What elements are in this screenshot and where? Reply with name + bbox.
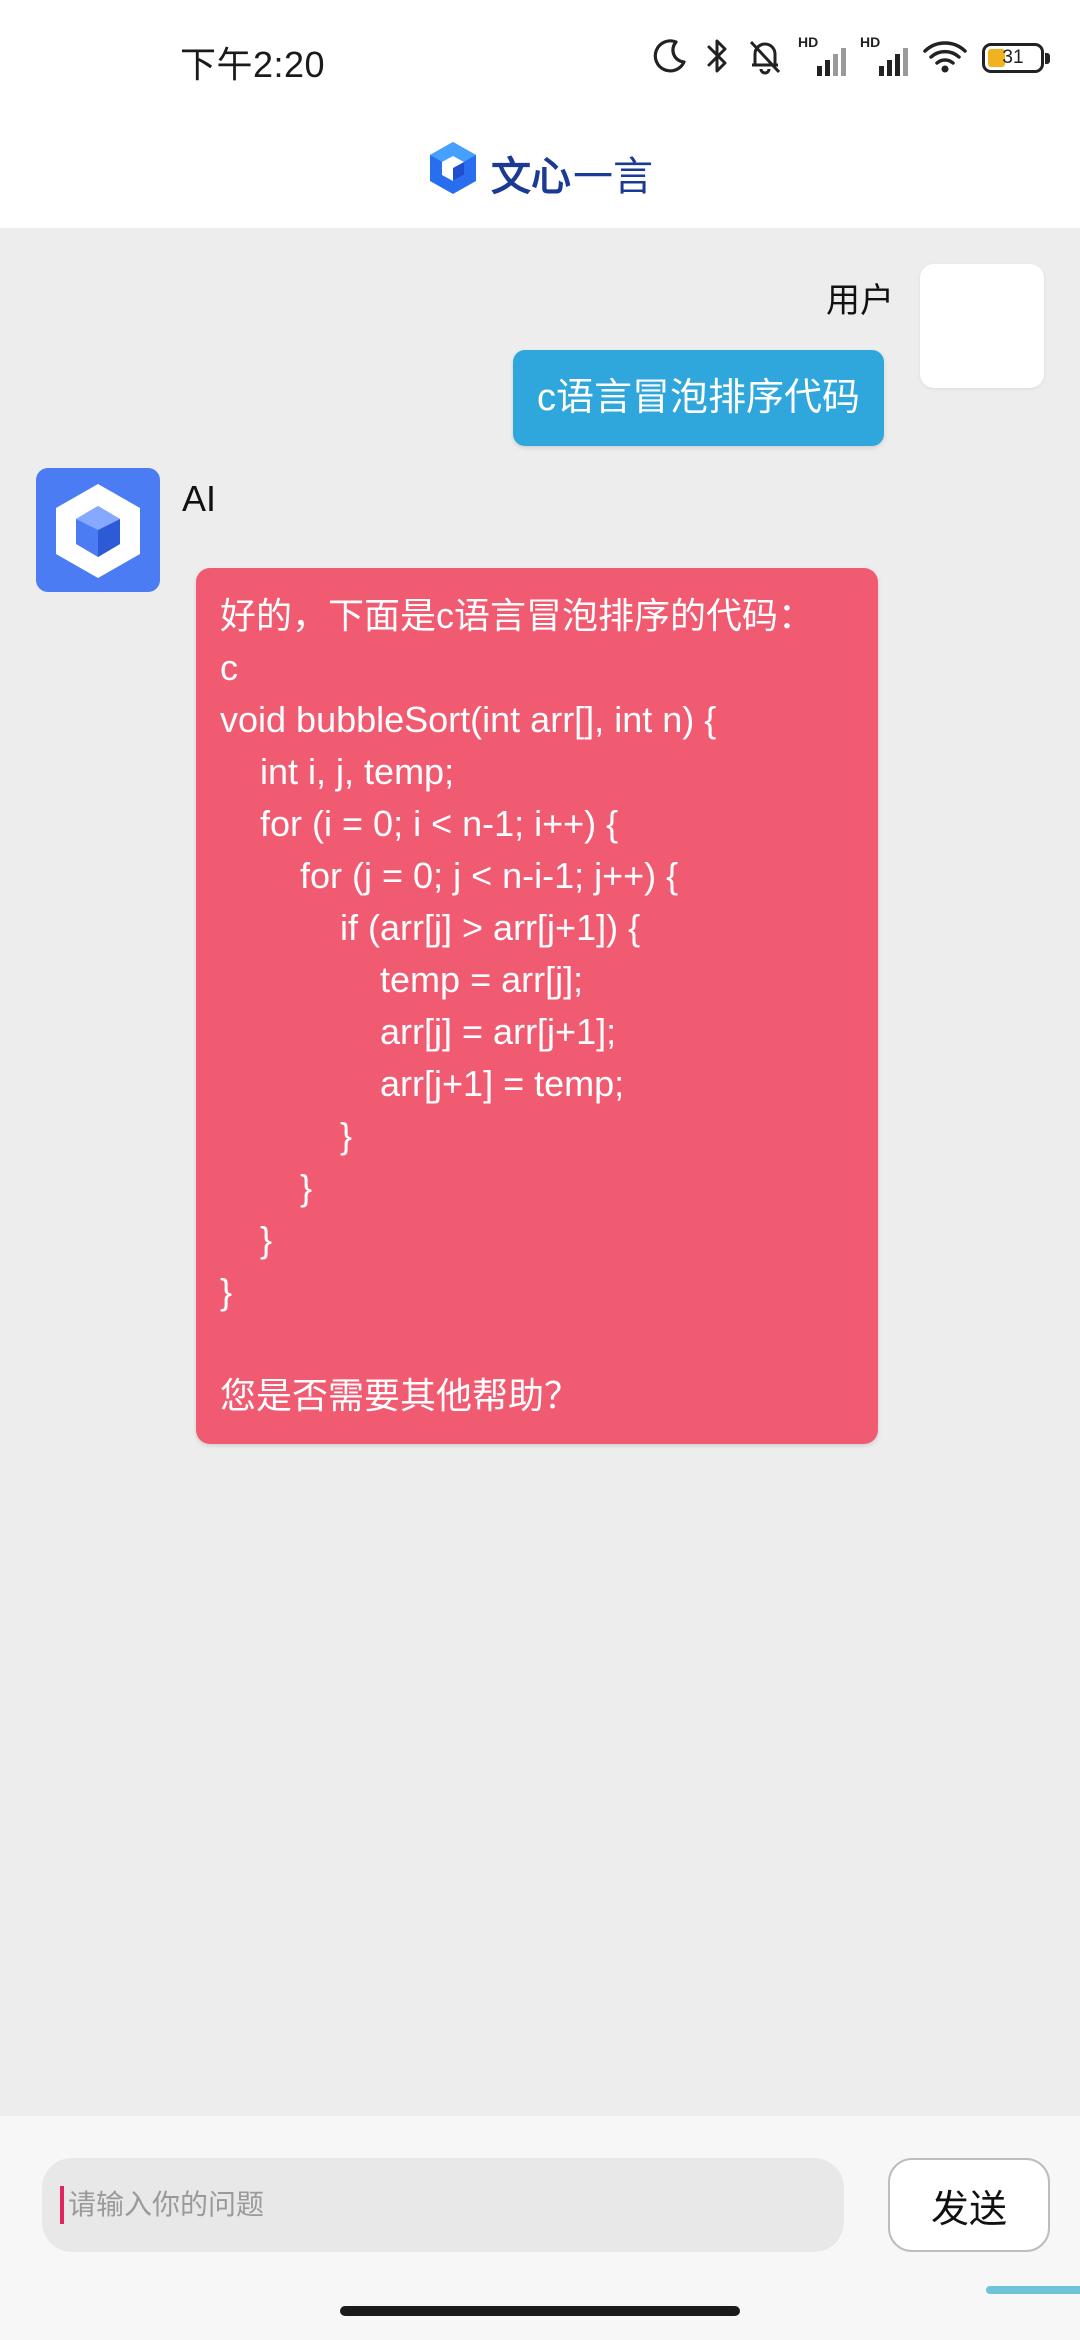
signal-icon: HD [798,34,846,78]
wifi-icon [922,36,968,81]
home-indicator[interactable] [340,2306,740,2316]
user-message-bubble: c语言冒泡排序代码 [512,350,884,446]
moon-icon [650,36,690,81]
wenxin-logo-icon [427,140,479,206]
ai-avatar [36,468,160,592]
question-input-placeholder: 请输入你的问题 [68,2189,265,2220]
brand-name-part2: 一言 [573,155,653,199]
brand-name-part1: 文心 [491,155,571,199]
edge-handle [986,2286,1080,2294]
send-button[interactable]: 发送 [888,2158,1050,2252]
battery-icon: 31 [982,43,1050,73]
chat-area[interactable]: 用户 c语言冒泡排序代码 AI 好的，下面是c语言冒泡排序的代码： c void… [0,228,1080,2116]
ai-message-bubble: 好的，下面是c语言冒泡排序的代码： c void bubbleSort(int … [196,568,878,1444]
status-icons: HD HD 31 [650,34,1050,82]
status-bar: 下午2:20 HD HD 31 [0,0,1080,118]
brand: 文心 一言 [427,140,653,206]
ai-name: AI [182,478,217,519]
bluetooth-icon [704,36,732,81]
status-time: 下午2:20 [180,44,326,85]
wenxin-logo-icon [56,484,140,578]
signal-icon: HD [860,34,908,78]
app-header: 文心 一言 [0,118,1080,228]
question-input[interactable]: 请输入你的问题 [42,2158,844,2252]
user-name: 用户 [826,282,894,320]
bell-off-icon [746,36,784,81]
text-cursor [60,2186,64,2224]
user-avatar [920,264,1044,388]
